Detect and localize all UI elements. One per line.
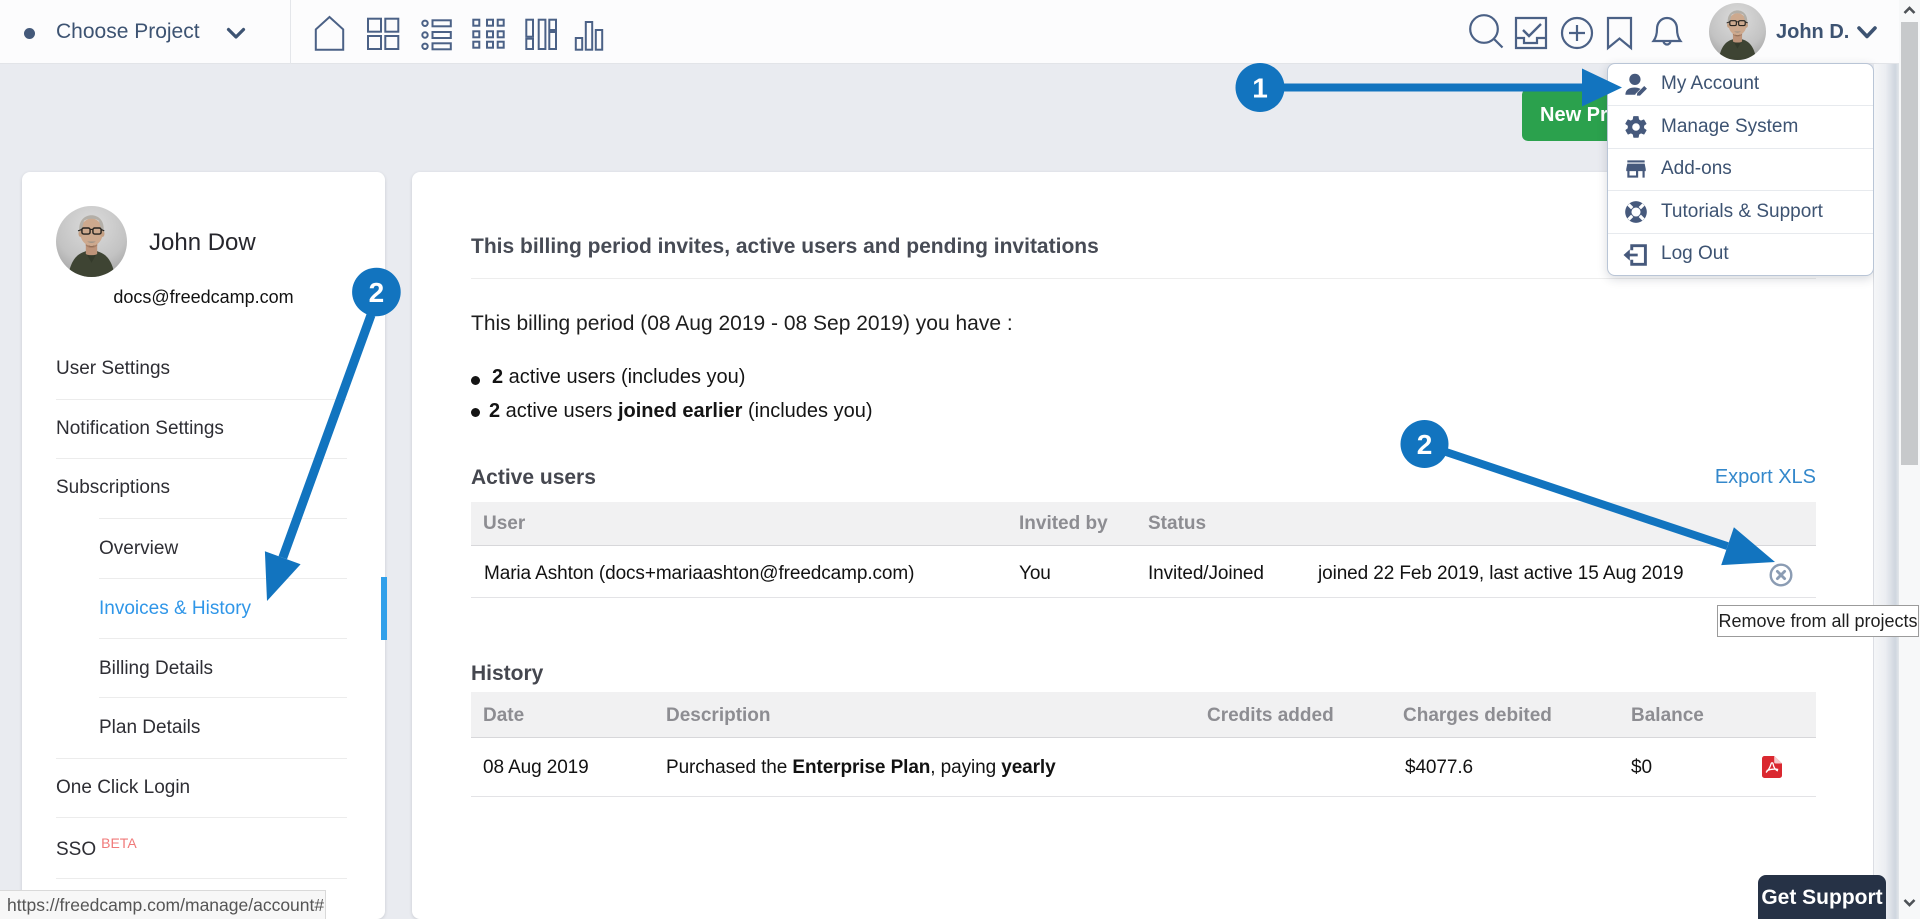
svg-text:1: 1 <box>1252 73 1268 104</box>
